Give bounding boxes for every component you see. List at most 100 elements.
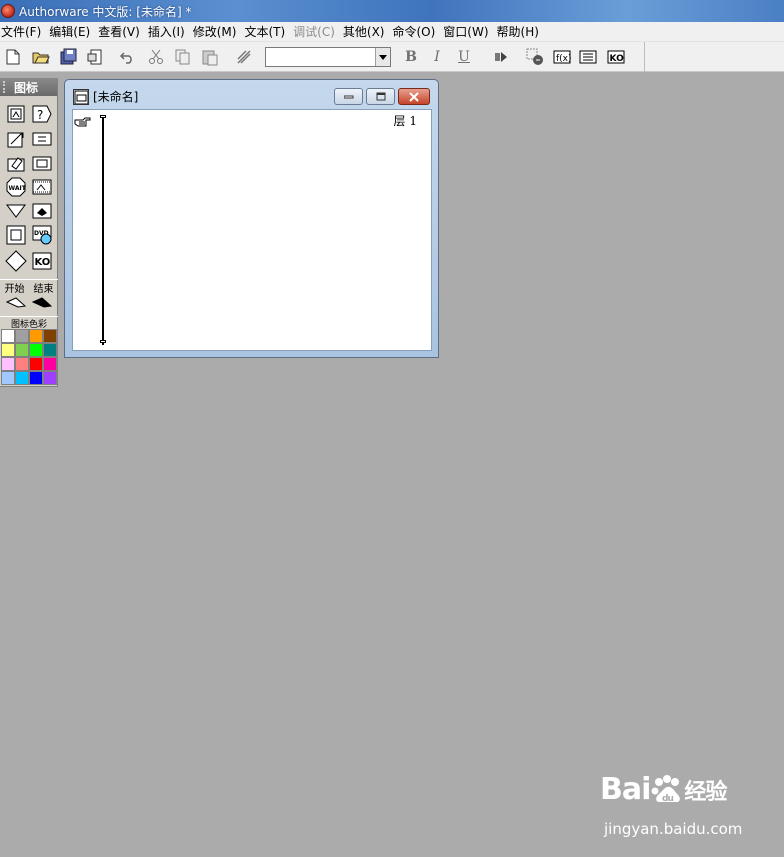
open-icon[interactable] — [30, 46, 52, 68]
color-swatch[interactable] — [43, 357, 57, 371]
window-title: Authorware 中文版: [未命名] * — [19, 4, 192, 19]
color-swatch[interactable] — [1, 357, 15, 371]
decision-icon[interactable] — [5, 250, 27, 272]
color-swatch[interactable] — [15, 329, 29, 343]
menu-insert[interactable]: 插入(I) — [147, 23, 192, 40]
find-icon[interactable] — [233, 46, 255, 68]
maximize-button[interactable] — [366, 88, 395, 105]
menu-window[interactable]: 窗口(W) — [442, 23, 495, 40]
erase-icon[interactable] — [5, 152, 27, 174]
watermark-url: jingyan.baidu.com — [604, 820, 743, 838]
flowline-window: [未命名] 层 1 — [64, 79, 439, 358]
close-icon — [409, 91, 419, 102]
svg-text:du: du — [662, 794, 673, 804]
new-icon[interactable] — [2, 46, 24, 68]
import-icon[interactable] — [84, 46, 106, 68]
color-swatch[interactable] — [15, 343, 29, 357]
chevron-down-icon[interactable] — [375, 48, 390, 66]
toolbar: B I U f(x) KO — [0, 42, 784, 72]
icon-palette: 图标 ? WAIT DVD KO 开始 结束 图标色彩 — [0, 78, 58, 387]
cut-icon[interactable] — [145, 46, 167, 68]
color-swatch[interactable] — [43, 371, 57, 385]
baidu-jingyan-text: 经验 — [684, 779, 727, 805]
menu-help[interactable]: 帮助(H) — [496, 23, 546, 40]
color-swatch[interactable] — [29, 357, 43, 371]
baidu-logo: Bai du 经验 — [600, 772, 727, 807]
flowline-window-titlebar[interactable]: [未命名] — [73, 88, 138, 105]
motion-icon[interactable] — [5, 128, 27, 150]
digital-movie-icon[interactable] — [31, 176, 53, 198]
knowledge-objects-icon[interactable]: KO — [605, 46, 627, 68]
text-style-combo[interactable] — [265, 47, 391, 67]
menu-bar: 文件(F) 编辑(E) 查看(V) 插入(I) 修改(M) 文本(T) 调试(C… — [0, 22, 784, 42]
color-swatch[interactable] — [1, 329, 15, 343]
color-swatch[interactable] — [1, 371, 15, 385]
title-bar: Authorware 中文版: [未命名] * — [0, 0, 784, 22]
color-swatch[interactable] — [29, 371, 43, 385]
menu-debug[interactable]: 调试(C) — [292, 23, 342, 40]
start-end-labels: 开始 结束 — [0, 279, 58, 295]
wait-icon[interactable]: WAIT — [5, 176, 27, 198]
menu-other[interactable]: 其他(X) — [342, 23, 392, 40]
sound-icon[interactable] — [31, 200, 53, 222]
palette-header[interactable]: 图标 — [0, 78, 57, 96]
color-swatch[interactable] — [29, 329, 43, 343]
end-flag-icon[interactable] — [31, 292, 53, 314]
paste-hand-icon — [74, 117, 91, 127]
navigate-icon[interactable] — [5, 200, 27, 222]
color-swatch[interactable] — [43, 329, 57, 343]
variables-icon[interactable] — [577, 46, 599, 68]
undo-icon[interactable] — [117, 46, 139, 68]
paste-icon[interactable] — [199, 46, 221, 68]
svg-text:KO: KO — [610, 54, 625, 64]
svg-text:f(x): f(x) — [556, 54, 571, 64]
dvd-icon[interactable]: DVD — [31, 224, 53, 246]
menu-file[interactable]: 文件(F) — [0, 23, 48, 40]
knowledge-object-icon[interactable]: KO — [31, 250, 53, 272]
close-button[interactable] — [398, 88, 430, 105]
palette-title: 图标 — [14, 80, 39, 95]
menu-view[interactable]: 查看(V) — [97, 23, 147, 40]
underline-button[interactable]: U — [453, 46, 475, 68]
color-swatch[interactable] — [29, 343, 43, 357]
flowline-window-icon — [73, 88, 89, 105]
save-all-icon[interactable] — [58, 46, 80, 68]
menu-modify[interactable]: 修改(M) — [192, 23, 244, 40]
layer-label: 层 1 — [393, 114, 417, 128]
svg-text:KO: KO — [35, 257, 51, 268]
menu-text[interactable]: 文本(T) — [243, 23, 292, 40]
start-flag-icon[interactable] — [5, 292, 27, 314]
baidu-watermark: Bai du 经验 jingyan.baidu.com — [600, 772, 770, 842]
baidu-logo-text: Bai — [600, 772, 651, 807]
flowline-canvas[interactable]: 层 1 — [72, 109, 432, 351]
italic-button[interactable]: I — [426, 46, 448, 68]
color-swatch[interactable] — [43, 343, 57, 357]
flowline-window-title: [未命名] — [93, 90, 139, 104]
copy-icon[interactable] — [172, 46, 194, 68]
paw-icon: du — [651, 774, 681, 804]
authorware-app-icon[interactable] — [1, 4, 15, 18]
map-icon[interactable] — [31, 152, 53, 174]
grip-icon[interactable] — [3, 81, 8, 93]
flowline-end — [100, 340, 106, 343]
icon-color-label: 图标色彩 — [0, 316, 58, 330]
framework-icon[interactable] — [5, 224, 27, 246]
color-swatch[interactable] — [1, 343, 15, 357]
interaction-icon[interactable]: ? — [31, 103, 53, 125]
bold-button[interactable]: B — [400, 46, 422, 68]
functions-icon[interactable]: f(x) — [551, 46, 573, 68]
display-icon[interactable] — [5, 103, 27, 125]
menu-commands[interactable]: 命令(O) — [391, 23, 442, 40]
flowline[interactable] — [102, 117, 104, 345]
calculation-icon[interactable] — [31, 128, 53, 150]
color-swatch[interactable] — [15, 371, 29, 385]
maximize-icon — [376, 92, 385, 101]
color-swatch[interactable] — [15, 357, 29, 371]
toolbar-separator — [644, 42, 645, 72]
minimize-button[interactable] — [334, 88, 363, 105]
menu-edit[interactable]: 编辑(E) — [48, 23, 97, 40]
control-panel-icon[interactable] — [524, 46, 546, 68]
svg-text:?: ? — [37, 108, 43, 122]
run-icon[interactable] — [490, 46, 512, 68]
minimize-icon — [343, 95, 353, 98]
